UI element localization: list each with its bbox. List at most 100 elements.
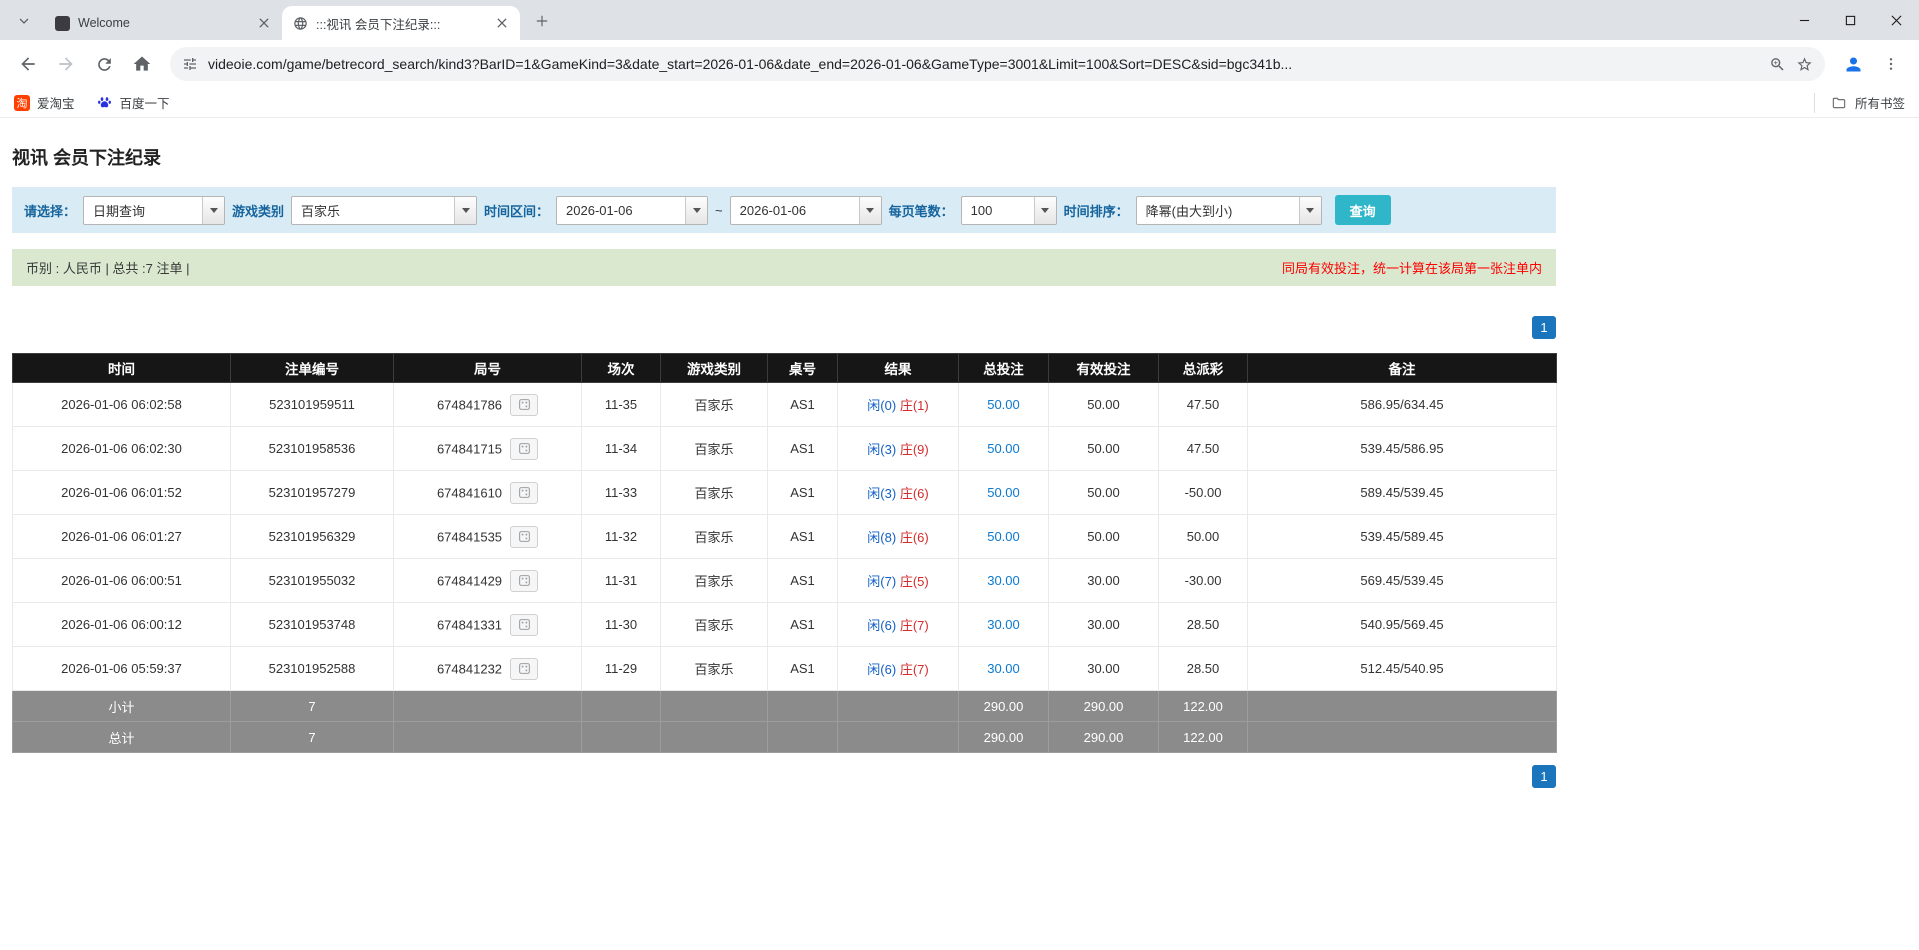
address-bar[interactable]: videoie.com/game/betrecord_search/kind3?… (170, 47, 1825, 81)
bookmark-star-icon[interactable] (1796, 56, 1813, 73)
footer-empty (394, 691, 582, 722)
footer-payout: 122.00 (1159, 691, 1248, 722)
cell-result: 闲(6) 庄(7) (838, 647, 959, 691)
column-header: 结果 (838, 354, 959, 383)
query-type-value: 日期查询 (84, 197, 202, 224)
column-header: 游戏类别 (661, 354, 768, 383)
cell-bet-id: 523101953748 (231, 603, 394, 647)
round-result-icon[interactable] (510, 658, 538, 680)
total-bet-link[interactable]: 30.00 (987, 617, 1020, 632)
total-bet-link[interactable]: 50.00 (987, 485, 1020, 500)
date-range-tilde: ~ (715, 203, 723, 218)
bookmark-baidu[interactable]: 百度一下 (97, 93, 170, 112)
column-header: 有效投注 (1049, 354, 1159, 383)
menu-kebab-icon[interactable] (1873, 46, 1909, 82)
reload-button[interactable] (86, 46, 122, 82)
round-result-icon[interactable] (510, 394, 538, 416)
cell-note: 512.45/540.95 (1248, 647, 1557, 691)
tab-close-icon[interactable] (493, 15, 510, 32)
round-number: 674841429 (437, 573, 502, 588)
tab-bet-record[interactable]: :::视讯 会员下注纪录::: (282, 6, 520, 40)
tab-search-button[interactable] (10, 7, 38, 35)
zoom-icon[interactable] (1769, 56, 1786, 73)
url-text[interactable]: videoie.com/game/betrecord_search/kind3?… (208, 56, 1759, 72)
cell-valid-bet: 50.00 (1049, 427, 1159, 471)
cell-game-kind: 百家乐 (661, 383, 768, 427)
column-header: 时间 (13, 354, 231, 383)
summary-row: 总计7290.00290.00122.00 (13, 722, 1557, 753)
cell-result: 闲(7) 庄(5) (838, 559, 959, 603)
new-tab-button[interactable] (528, 7, 556, 35)
round-result-icon[interactable] (510, 526, 538, 548)
cell-round: 674841429 (394, 559, 582, 603)
result-player: 闲(6) (867, 618, 896, 633)
round-number: 674841786 (437, 397, 502, 412)
column-header: 场次 (582, 354, 661, 383)
bookmark-label: 百度一下 (120, 93, 170, 112)
sort-select[interactable]: 降幂(由大到小) (1136, 196, 1322, 225)
cell-game-kind: 百家乐 (661, 471, 768, 515)
cell-payout: 28.50 (1159, 647, 1248, 691)
date-start-select[interactable]: 2026-01-06 (556, 196, 708, 225)
page-1-button[interactable]: 1 (1532, 765, 1556, 788)
footer-empty (1248, 722, 1557, 753)
chevron-down-icon[interactable] (202, 197, 224, 224)
welcome-tab-favicon (54, 15, 70, 31)
cell-result: 闲(8) 庄(6) (838, 515, 959, 559)
per-page-select[interactable]: 100 (961, 196, 1057, 225)
cell-bet-id: 523101952588 (231, 647, 394, 691)
total-bet-link[interactable]: 50.00 (987, 441, 1020, 456)
total-bet-link[interactable]: 50.00 (987, 397, 1020, 412)
query-type-select[interactable]: 日期查询 (83, 196, 225, 225)
cell-time: 2026-01-06 05:59:37 (13, 647, 231, 691)
page-1-button[interactable]: 1 (1532, 316, 1556, 339)
chevron-down-icon[interactable] (454, 197, 476, 224)
result-player: 闲(3) (867, 442, 896, 457)
all-bookmarks[interactable]: 所有书签 (1814, 93, 1905, 113)
cell-game-kind: 百家乐 (661, 515, 768, 559)
cell-result: 闲(0) 庄(1) (838, 383, 959, 427)
cell-game-kind: 百家乐 (661, 603, 768, 647)
date-range-label: 时间区间： (484, 201, 549, 220)
chevron-down-icon[interactable] (859, 197, 881, 224)
site-info-icon[interactable] (182, 56, 198, 72)
total-bet-link[interactable]: 50.00 (987, 529, 1020, 544)
total-bet-link[interactable]: 30.00 (987, 661, 1020, 676)
game-kind-select[interactable]: 百家乐 (291, 196, 477, 225)
round-result-icon[interactable] (510, 482, 538, 504)
back-button[interactable] (10, 46, 46, 82)
round-result-icon[interactable] (510, 570, 538, 592)
total-bet-link[interactable]: 30.00 (987, 573, 1020, 588)
tab-close-icon[interactable] (255, 15, 272, 32)
cell-time: 2026-01-06 06:00:51 (13, 559, 231, 603)
chevron-down-icon[interactable] (1299, 197, 1321, 224)
bet-record-table: 时间注单编号局号场次游戏类别桌号结果总投注有效投注总派彩备注 2026-01-0… (12, 353, 1557, 753)
chevron-down-icon[interactable] (1034, 197, 1056, 224)
tab-title: Welcome (78, 16, 247, 30)
date-end-select[interactable]: 2026-01-06 (730, 196, 882, 225)
tab-strip: Welcome :::视讯 会员下注纪录::: (0, 0, 1919, 40)
footer-empty (838, 722, 959, 753)
profile-avatar-icon[interactable] (1835, 46, 1871, 82)
chevron-down-icon[interactable] (685, 197, 707, 224)
round-result-icon[interactable] (510, 614, 538, 636)
footer-total-bet: 290.00 (959, 691, 1049, 722)
home-button[interactable] (124, 46, 160, 82)
minimize-button[interactable] (1781, 0, 1827, 40)
column-header: 注单编号 (231, 354, 394, 383)
forward-button[interactable] (48, 46, 84, 82)
cell-total-bet: 30.00 (959, 647, 1049, 691)
bookmark-taobao[interactable]: 淘 爱淘宝 (14, 93, 75, 112)
cell-valid-bet: 30.00 (1049, 603, 1159, 647)
round-result-icon[interactable] (510, 438, 538, 460)
close-window-button[interactable] (1873, 0, 1919, 40)
cell-time: 2026-01-06 06:01:27 (13, 515, 231, 559)
tab-welcome[interactable]: Welcome (44, 6, 282, 40)
cell-total-bet: 30.00 (959, 559, 1049, 603)
currency-summary: 币别 : 人民币 | 总共 :7 注单 | (26, 258, 190, 277)
bet-row: 2026-01-06 05:59:37523101952588674841232… (13, 647, 1557, 691)
tab-title: :::视讯 会员下注纪录::: (316, 14, 485, 33)
cell-session: 11-33 (582, 471, 661, 515)
maximize-button[interactable] (1827, 0, 1873, 40)
search-button[interactable]: 查询 (1335, 195, 1391, 225)
